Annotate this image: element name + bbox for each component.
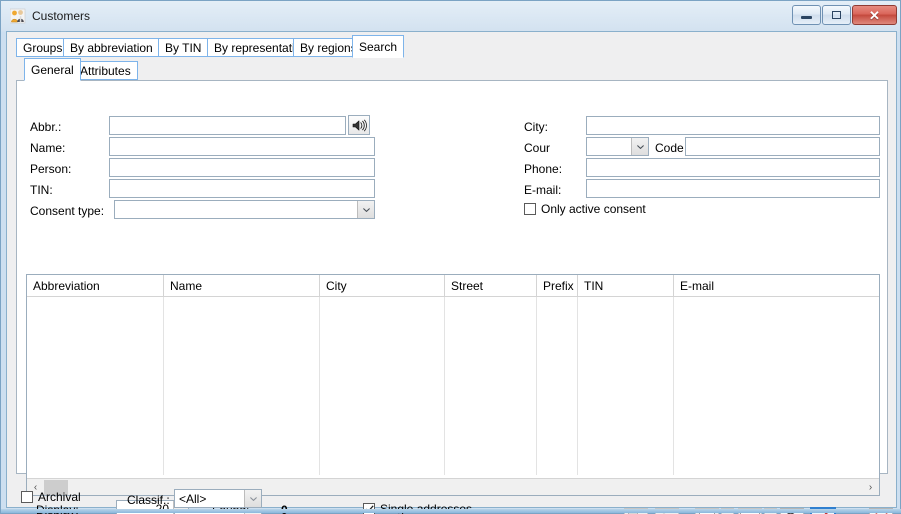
classif-select[interactable]: <All> bbox=[174, 489, 262, 508]
maximize-button[interactable] bbox=[822, 5, 851, 25]
grid-col-email[interactable]: E-mail bbox=[674, 275, 879, 296]
subtab-label: General bbox=[31, 62, 74, 77]
window-title: Customers bbox=[32, 9, 91, 23]
tab-by-tin[interactable]: By TIN bbox=[158, 38, 209, 57]
abbr-label: Abbr.: bbox=[30, 120, 62, 134]
tab-label: By abbreviation bbox=[70, 40, 153, 55]
checkbox-box bbox=[21, 491, 33, 503]
grid-column-divider bbox=[577, 297, 578, 475]
code-label: Code bbox=[655, 141, 684, 155]
maximize-icon bbox=[832, 11, 841, 19]
grid-col-tin[interactable]: TIN bbox=[578, 275, 674, 296]
grid-column-divider bbox=[536, 297, 537, 475]
classif-value: <All> bbox=[179, 492, 207, 505]
name-input[interactable] bbox=[109, 137, 375, 156]
only-active-consent-checkbox[interactable]: Only active consent bbox=[524, 202, 646, 216]
email-input[interactable] bbox=[586, 179, 880, 198]
code-label-text: Code bbox=[655, 141, 684, 155]
grid-column-divider bbox=[673, 297, 674, 475]
consent-type-select[interactable] bbox=[114, 200, 375, 219]
window-bottom-edge bbox=[1, 509, 901, 513]
grid-body[interactable] bbox=[27, 297, 879, 475]
grid-col-label: TIN bbox=[584, 278, 604, 293]
grid-col-label: Street bbox=[451, 278, 484, 293]
name-label: Name: bbox=[30, 141, 66, 155]
tab-by-abbreviation[interactable]: By abbreviation bbox=[63, 38, 160, 57]
only-active-consent-label: Only active consent bbox=[541, 202, 646, 216]
grid-column-divider bbox=[163, 297, 164, 475]
person-input[interactable] bbox=[109, 158, 375, 177]
grid-col-label: E-mail bbox=[680, 278, 715, 293]
tab-label: Groups bbox=[23, 40, 63, 55]
tab-label: By regions bbox=[300, 40, 357, 55]
title-bar: Customers ✕ bbox=[2, 2, 901, 30]
archival-checkbox[interactable]: Archival bbox=[21, 490, 81, 504]
customers-people-icon bbox=[9, 8, 26, 24]
tab-search[interactable]: Search bbox=[352, 35, 405, 58]
grid-header-row: Abbreviation Name City Street Prefix TIN… bbox=[27, 275, 879, 297]
minimize-button[interactable] bbox=[792, 5, 821, 25]
city-label: City: bbox=[524, 120, 548, 134]
grid-column-divider bbox=[444, 297, 445, 475]
tin-input[interactable] bbox=[109, 179, 375, 198]
results-grid: Abbreviation Name City Street Prefix TIN… bbox=[26, 274, 880, 496]
country-select[interactable] bbox=[586, 137, 649, 156]
sound-icon-button[interactable] bbox=[348, 115, 370, 135]
grid-col-name[interactable]: Name bbox=[164, 275, 320, 296]
phone-input[interactable] bbox=[586, 158, 880, 177]
abbr-input[interactable] bbox=[109, 116, 346, 135]
grid-col-label: Prefix bbox=[543, 278, 574, 293]
close-button[interactable]: ✕ bbox=[852, 5, 897, 25]
grid-col-street[interactable]: Street bbox=[445, 275, 537, 296]
grid-col-abbreviation[interactable]: Abbreviation bbox=[27, 275, 164, 296]
window-controls: ✕ bbox=[792, 5, 897, 25]
grid-column-divider bbox=[319, 297, 320, 475]
code-input[interactable] bbox=[685, 137, 880, 156]
grid-col-label: City bbox=[326, 278, 347, 293]
window-frame: Customers ✕ Groups By abbreviation By TI… bbox=[0, 0, 901, 514]
chevron-down-icon bbox=[357, 201, 374, 218]
checkbox-box bbox=[524, 203, 536, 215]
grid-col-city[interactable]: City bbox=[320, 275, 445, 296]
chevron-down-icon bbox=[244, 490, 261, 507]
classif-label: Classif.: bbox=[127, 493, 170, 507]
person-label: Person: bbox=[30, 162, 72, 176]
city-input[interactable] bbox=[586, 116, 880, 135]
grid-col-prefix[interactable]: Prefix bbox=[537, 275, 578, 296]
phone-label: Phone: bbox=[524, 162, 563, 176]
tab-attributes[interactable]: Attributes bbox=[73, 61, 138, 80]
archival-label: Archival bbox=[38, 490, 81, 504]
chevron-down-icon bbox=[631, 138, 648, 155]
tab-general[interactable]: General bbox=[24, 58, 81, 81]
grid-col-label: Name bbox=[170, 278, 203, 293]
client-area: Groups By abbreviation By TIN By represe… bbox=[6, 31, 897, 514]
search-form-panel: Abbr.: Name: Person: TIN: Consent type: … bbox=[16, 80, 888, 514]
country-label: Cour bbox=[524, 141, 551, 155]
email-label: E-mail: bbox=[524, 183, 562, 197]
grid-col-label: Abbreviation bbox=[33, 278, 100, 293]
bottom-bar: Archival Classif.: <All> Type: <All> bbox=[8, 475, 897, 514]
tab-label: Search bbox=[359, 39, 398, 54]
application-window: Customers ✕ Groups By abbreviation By TI… bbox=[0, 0, 901, 514]
minimize-icon bbox=[801, 16, 812, 19]
subtab-label: Attributes bbox=[80, 63, 131, 78]
tin-label: TIN: bbox=[30, 183, 53, 197]
sound-icon bbox=[352, 119, 367, 131]
consent-type-label: Consent type: bbox=[30, 204, 105, 218]
close-icon: ✕ bbox=[869, 7, 880, 23]
tab-label: By TIN bbox=[165, 40, 202, 55]
tab-groups[interactable]: Groups bbox=[16, 38, 70, 57]
